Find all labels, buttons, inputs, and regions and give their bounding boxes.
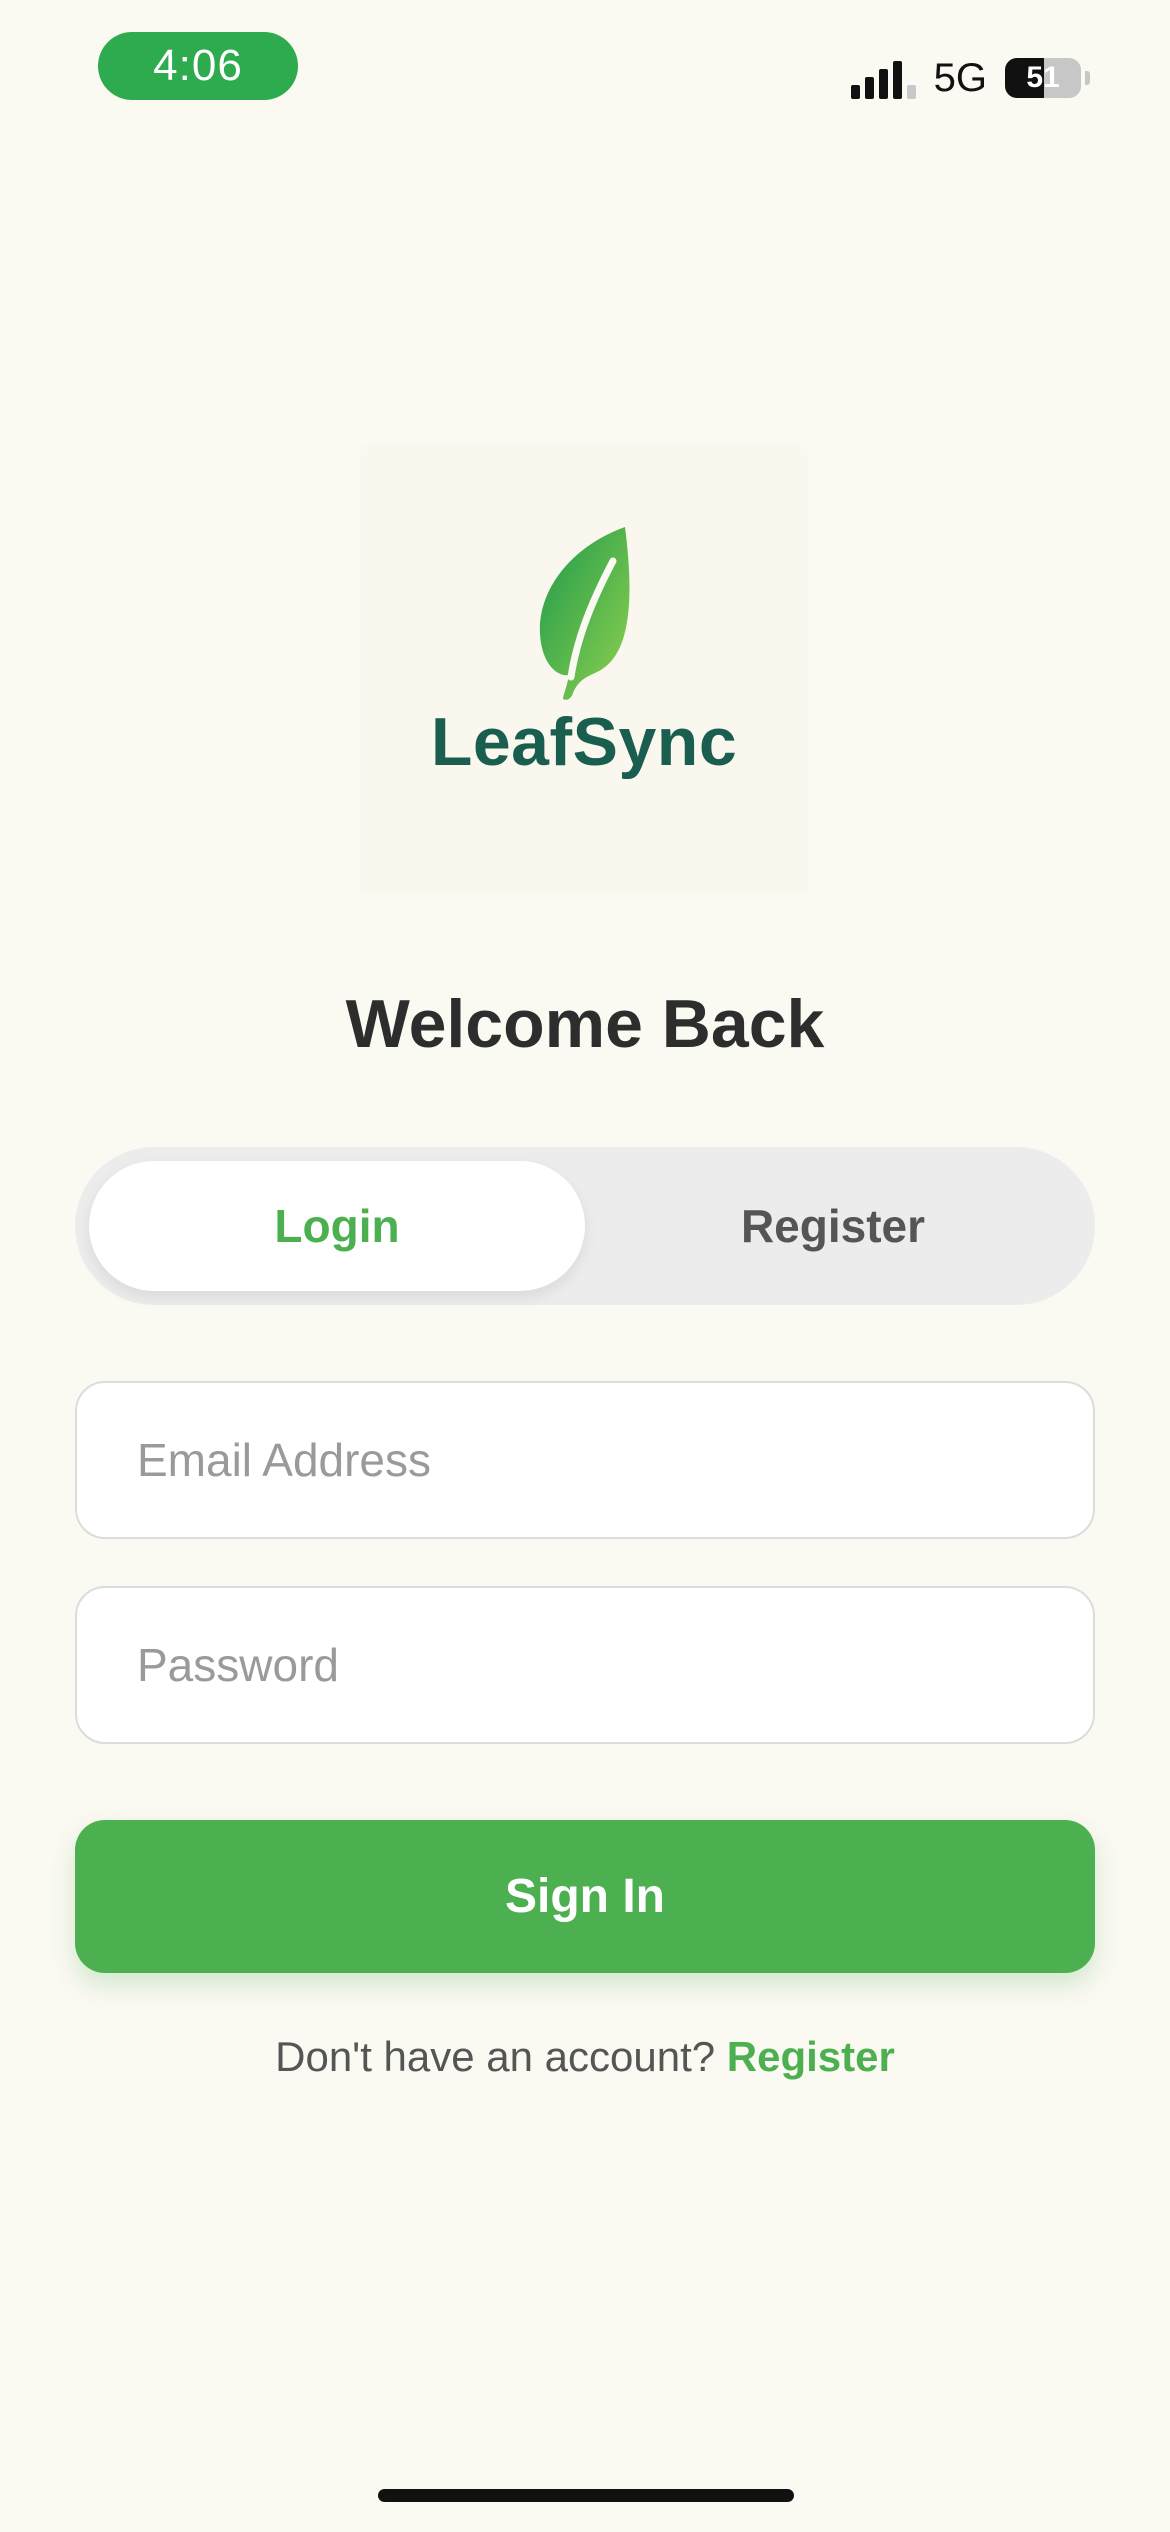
auth-tabs: Login Register [75,1147,1095,1305]
password-field-container [75,1586,1095,1744]
page-title: Welcome Back [345,986,825,1062]
tab-register[interactable]: Register [585,1161,1081,1291]
status-indicators: 5G 51 [850,48,1090,108]
app-logo: LeafSync [360,445,808,893]
status-time: 4:06 [98,32,298,100]
register-prompt: Don't have an account? Register [0,2033,1170,2081]
leaf-icon [539,527,630,700]
battery-icon: 51 [1005,58,1081,98]
sign-in-button[interactable]: Sign In [75,1820,1095,1973]
email-field-container [75,1381,1095,1539]
password-field[interactable] [77,1588,1093,1742]
battery-percent: 51 [1026,61,1060,94]
email-field[interactable] [77,1383,1093,1537]
network-type: 5G [933,55,987,100]
register-link[interactable]: Register [727,2033,895,2080]
register-prompt-text: Don't have an account? [275,2033,716,2080]
battery-cap [1085,71,1090,85]
signal-icon [850,57,916,99]
tab-login[interactable]: Login [89,1161,585,1291]
home-indicator [378,2489,794,2502]
brand-name: LeafSync [430,704,738,780]
